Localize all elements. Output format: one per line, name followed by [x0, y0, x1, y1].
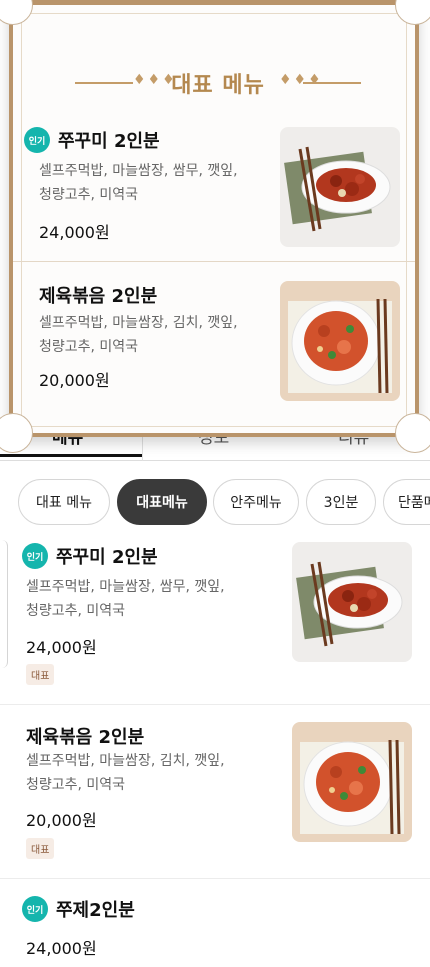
menu-item-price: 20,000원 — [39, 371, 110, 390]
octopus-dish-illustration — [292, 542, 412, 662]
popup-item-divider — [13, 261, 415, 262]
category-chips: 대표 메뉴 대표메뉴 안주메뉴 3인분 단품메 — [0, 479, 430, 527]
spicy-stir-fried-pork-image — [280, 281, 400, 401]
popup-header: ♦♦♦ 대표 메뉴 ♦♦♦ — [13, 63, 415, 103]
spicy-webfoot-octopus-image — [280, 127, 400, 247]
chip-signature-menu-selected[interactable]: 대표메뉴 — [117, 479, 207, 525]
menu-item-description: 셀프주먹밥, 마늘쌈장, 김치, 깻잎, 청량고추, 미역국 — [39, 311, 238, 359]
menu-item-price: 24,000원 — [26, 939, 97, 958]
signature-tag: 대표 — [26, 664, 55, 685]
menu-item-jeyuk[interactable]: 제육볶음 2인분 셀프주먹밥, 마늘쌈장, 김치, 깻잎, 청량고추, 미역국 … — [0, 712, 430, 878]
popular-badge: 인기 — [22, 896, 48, 922]
diamond-deco-icon: ♦♦♦ — [279, 72, 323, 88]
menu-item-jjukkumi[interactable]: 인기 쭈꾸미 2인분 셀프주먹밥, 마늘쌈장, 쌈무, 깻잎, 청량고추, 미역… — [0, 538, 430, 704]
signature-menu-popup[interactable]: ♦♦♦ 대표 메뉴 ♦♦♦ 인기 쭈꾸미 2인분 셀프주먹밥, 마늘쌈장, 쌈무… — [0, 0, 430, 453]
item-divider — [0, 878, 430, 879]
menu-item-name: 인기 쭈꾸미 2인분 — [22, 543, 158, 569]
menu-item-jjuje[interactable]: 인기 쭈제2인분 24,000원 — [0, 886, 430, 967]
active-tab-indicator — [0, 454, 142, 457]
popup-item-jeyuk[interactable]: 제육볶음 2인분 셀프주먹밥, 마늘쌈장, 김치, 깻잎, 청량고추, 미역국 … — [13, 275, 415, 405]
desc-line: 청량고추, 미역국 — [39, 187, 139, 203]
menu-item-title: 쭈꾸미 2인분 — [58, 131, 160, 152]
popular-badge: 인기 — [24, 127, 50, 153]
spicy-stir-fried-pork-image — [292, 722, 412, 842]
popular-badge: 인기 — [22, 543, 48, 569]
desc-line: 셀프주먹밥, 마늘쌈장, 김치, 깻잎, — [39, 315, 238, 331]
pork-dish-illustration — [280, 281, 400, 401]
desc-line: 청량고추, 미역국 — [26, 777, 126, 793]
menu-item-name: 제육볶음 2인분 — [39, 286, 158, 307]
octopus-dish-illustration — [280, 127, 400, 247]
item-divider — [0, 704, 430, 705]
chip-single-items[interactable]: 단품메 — [383, 479, 430, 525]
desc-line: 셀프주먹밥, 마늘쌈장, 쌈무, 깻잎, — [26, 579, 225, 595]
menu-item-title: 쭈꾸미 2인분 — [56, 547, 158, 568]
left-panel-edge — [0, 540, 8, 668]
chip-signature-menu[interactable]: 대표 메뉴 — [18, 479, 110, 525]
menu-item-name: 제육볶음 2인분 — [26, 727, 145, 748]
menu-item-price: 24,000원 — [39, 223, 110, 242]
title-deco-line — [75, 82, 133, 84]
menu-item-title: 쭈제2인분 — [56, 900, 135, 921]
pork-dish-illustration — [292, 722, 412, 842]
menu-item-price: 20,000원 — [26, 811, 97, 830]
popup-item-jjukkumi[interactable]: 인기 쭈꾸미 2인분 셀프주먹밥, 마늘쌈장, 쌈무, 깻잎, 청량고추, 미역… — [13, 123, 415, 253]
spicy-webfoot-octopus-image — [292, 542, 412, 662]
frame-corner-ornament — [395, 413, 430, 453]
desc-line: 셀프주먹밥, 마늘쌈장, 김치, 깻잎, — [26, 753, 225, 769]
title-deco-line — [303, 82, 361, 84]
desc-line: 청량고추, 미역국 — [39, 339, 139, 355]
signature-tag: 대표 — [26, 838, 55, 859]
menu-item-price: 24,000원 — [26, 638, 97, 657]
menu-item-description: 셀프주먹밥, 마늘쌈장, 쌈무, 깻잎, 청량고추, 미역국 — [26, 575, 225, 623]
menu-item-name: 인기 쭈제2인분 — [22, 896, 135, 922]
popup-title: 대표 메뉴 — [171, 73, 265, 98]
desc-line: 청량고추, 미역국 — [26, 603, 126, 619]
menu-item-description: 셀프주먹밥, 마늘쌈장, 쌈무, 깻잎, 청량고추, 미역국 — [39, 159, 238, 207]
chip-three-servings[interactable]: 3인분 — [306, 479, 376, 525]
menu-item-description: 셀프주먹밥, 마늘쌈장, 김치, 깻잎, 청량고추, 미역국 — [26, 749, 225, 797]
desc-line: 셀프주먹밥, 마늘쌈장, 쌈무, 깻잎, — [39, 163, 238, 179]
menu-item-name: 인기 쭈꾸미 2인분 — [24, 127, 160, 153]
chip-side-menu[interactable]: 안주메뉴 — [213, 479, 299, 525]
